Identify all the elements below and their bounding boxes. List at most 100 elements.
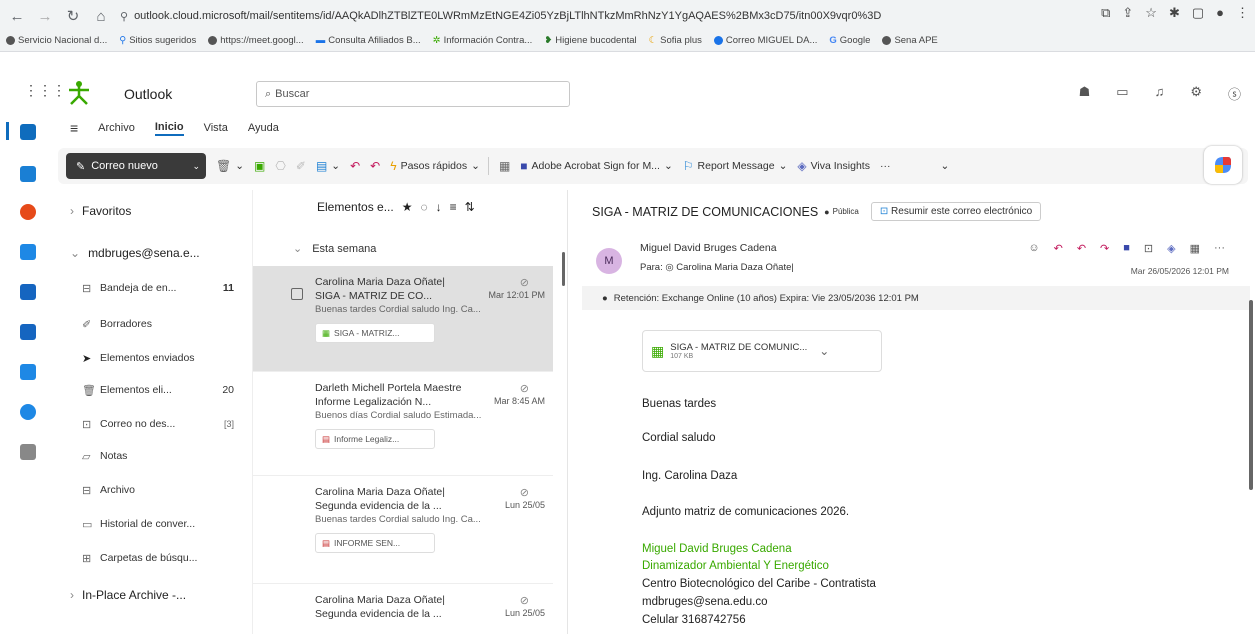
reply-icon[interactable]: ↶ (1054, 242, 1063, 255)
attachment-chip[interactable]: ▦ SIGA - MATRIZ... (315, 323, 435, 343)
tab-archivo[interactable]: Archivo (98, 122, 135, 134)
folder-drafts[interactable]: ✐ Borradores (82, 314, 242, 334)
sort-order-icon[interactable]: ⇅ (465, 200, 475, 214)
profile-icon[interactable]: ● (1216, 5, 1224, 21)
folder-inbox[interactable]: ⊟ Bandeja de en... 11 (82, 278, 242, 298)
folder-archive[interactable]: ⊟ Archivo (82, 480, 242, 500)
folder-junk[interactable]: ⊡ Correo no des... [3] (82, 414, 242, 434)
attachment-card[interactable]: ▦ SIGA - MATRIZ DE COMUNIC... 107 KB ⌄ (642, 330, 882, 372)
tab-ayuda[interactable]: Ayuda (248, 122, 279, 134)
tab-inicio[interactable]: Inicio (154, 121, 184, 136)
app-launcher-icon[interactable]: ⋮⋮⋮ (24, 82, 66, 99)
feedback-icon[interactable]: ▭ (1116, 84, 1128, 103)
forward-arrow-icon[interactable]: ↷ (1100, 242, 1109, 255)
expand-ribbon-icon[interactable]: ⌄ (940, 160, 949, 172)
move-button[interactable]: ▤ ⌄ (316, 159, 340, 173)
folder-conversation-history[interactable]: ▭ Historial de conver... (82, 514, 242, 534)
bookmark[interactable]: ❥ Higiene bucodental (544, 35, 636, 46)
extensions-icon[interactable]: ✱ (1169, 5, 1180, 21)
org-icon[interactable] (20, 364, 36, 380)
list-scrollbar[interactable] (562, 252, 565, 286)
attachment-chip[interactable]: ▤ Informe Legaliz... (315, 429, 435, 449)
back-icon[interactable]: ← (6, 5, 28, 27)
teams-icon[interactable]: ☗ (1079, 84, 1091, 103)
copilot-small-icon[interactable]: ◌ (420, 200, 427, 214)
tab-vista[interactable]: Vista (204, 122, 228, 134)
favorites-header[interactable]: › Favoritos (70, 204, 131, 218)
table-button[interactable]: ▦ (499, 159, 510, 173)
reply-all-button[interactable]: ↶ (370, 159, 380, 173)
more-actions-icon[interactable]: ··· (1214, 242, 1225, 255)
apps-icon[interactable]: ⊡ (1144, 242, 1153, 255)
sender-avatar[interactable]: M (596, 248, 622, 274)
bookmark-star-icon[interactable]: ☆ (1145, 5, 1157, 21)
hamburger-icon[interactable]: ≡ (70, 120, 78, 136)
attachment-chip[interactable]: ▤ INFORME SEN... (315, 533, 435, 553)
address-bar[interactable]: ⚲ outlook.cloud.microsoft/mail/sentitems… (120, 5, 1040, 27)
bookmark[interactable]: https://meet.googl... (208, 35, 304, 46)
folder-search-folders[interactable]: ⊞ Carpetas de búsqu... (82, 548, 242, 568)
list-item[interactable]: ⊘ Carolina Maria Daza Oñate| SIGA - MATR… (253, 266, 553, 372)
sidepanel-icon[interactable]: ▢ (1192, 5, 1204, 21)
folder-notes[interactable]: ▱ Notas (82, 446, 242, 466)
bookmark[interactable]: Sena APE (882, 35, 938, 46)
immersive-reader-icon[interactable]: ▦ (1190, 242, 1200, 255)
account-header[interactable]: ⌄ mdbruges@sena.e... (70, 246, 200, 260)
more-button[interactable]: ··· (880, 160, 891, 172)
calendar-icon[interactable] (20, 166, 36, 182)
folder-sent[interactable]: ➤ Elementos enviados (82, 348, 242, 368)
reply-button[interactable]: ↶ (350, 159, 360, 173)
people-icon[interactable] (20, 244, 36, 260)
sort-icon[interactable]: ↓ (436, 200, 442, 214)
insights-icon[interactable]: ◈ (1167, 242, 1175, 255)
bookmark[interactable]: Correo MIGUEL DA... (713, 35, 817, 46)
sweep-button[interactable]: ✐ (296, 159, 306, 173)
bookmark[interactable]: Servicio Nacional d... (6, 35, 107, 46)
list-item[interactable]: ⊘ Darleth Michell Portela Maestre Inform… (253, 372, 553, 476)
avatar-icon[interactable]: ⓢ (1228, 84, 1241, 103)
onedrive-icon[interactable] (20, 404, 36, 420)
week-group[interactable]: ⌄ Esta semana (293, 242, 376, 255)
star-icon[interactable]: ★ (402, 200, 413, 214)
report-message-button[interactable]: ⚐ Report Message ⌄ (683, 159, 788, 173)
chevron-down-icon[interactable]: ⌄ (819, 344, 829, 358)
gear-icon[interactable]: ⚙ (1190, 84, 1202, 103)
reading-scrollbar[interactable] (1249, 300, 1253, 490)
reload-icon[interactable]: ↻ (62, 5, 84, 27)
more-apps-icon[interactable] (20, 444, 36, 460)
chevron-down-icon[interactable]: ⌄ (192, 161, 200, 172)
sensitivity-label[interactable]: ● Pública (824, 207, 859, 217)
bookmark[interactable]: ☾ Sofia plus (649, 35, 702, 46)
bell-icon[interactable]: ♫ (1155, 84, 1165, 103)
filter-icon[interactable]: ≡ (450, 200, 457, 214)
recipient-line[interactable]: Para: ◎ Carolina Maria Daza Oñate| (640, 262, 794, 273)
bookmark[interactable]: ▬ Consulta Afiliados B... (316, 35, 421, 46)
bookmark[interactable]: G Google (829, 35, 870, 46)
teams-share-icon[interactable]: ■ (1123, 242, 1130, 255)
in-place-archive-header[interactable]: › In-Place Archive -... (70, 588, 186, 602)
site-info-icon[interactable]: ⚲ (120, 10, 128, 23)
adobe-sign-button[interactable]: ■ Adobe Acrobat Sign for M... ⌄ (520, 159, 672, 173)
tasks-icon[interactable] (20, 324, 36, 340)
report-button[interactable]: ⎔ (275, 159, 285, 173)
bookmark[interactable]: ✲ Información Contra... (433, 35, 533, 46)
select-checkbox[interactable] (291, 288, 303, 300)
copilot-rail-icon[interactable] (20, 204, 36, 220)
new-mail-button[interactable]: ✎ Correo nuevo ⌄ (66, 153, 206, 179)
delete-button[interactable]: 🗑 ⌄ (216, 159, 244, 173)
list-item[interactable]: ⊘ Carolina Maria Daza Oñate| Segunda evi… (253, 476, 553, 584)
reply-all-icon[interactable]: ↶ (1077, 242, 1086, 255)
copilot-button[interactable] (1204, 146, 1242, 184)
emoji-icon[interactable]: ☺ (1028, 242, 1039, 255)
home-icon[interactable]: ⌂ (90, 5, 112, 27)
share-icon[interactable]: ⇪ (1122, 5, 1133, 21)
viva-insights-button[interactable]: ◈ Viva Insights (797, 159, 870, 173)
sender-name[interactable]: Miguel David Bruges Cadena (640, 242, 777, 254)
archive-button[interactable]: ▣ (254, 159, 265, 173)
browser-menu-icon[interactable]: ⋮ (1236, 5, 1249, 21)
quick-steps-button[interactable]: ϟ Pasos rápidos ⌄ (390, 159, 480, 173)
bookmark[interactable]: ⚲ Sitios sugeridos (119, 35, 196, 46)
install-icon[interactable]: ⧉ (1101, 5, 1110, 21)
forward-icon[interactable]: → (34, 5, 56, 27)
summarize-button[interactable]: ⊡ Resumir este correo electrónico (870, 202, 1042, 221)
